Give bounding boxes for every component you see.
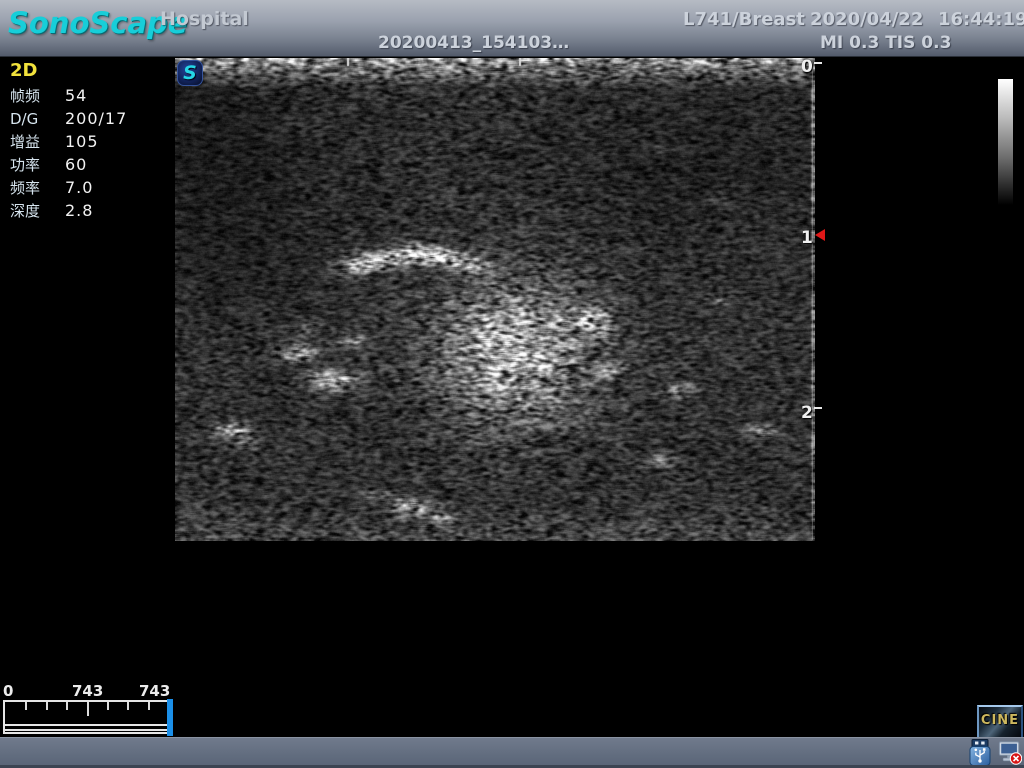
system-time: 16:44:19 xyxy=(938,9,1024,30)
parameter-row: 深度2.8 xyxy=(10,199,170,222)
parameter-value: 105 xyxy=(65,132,99,151)
scale-cursor[interactable] xyxy=(167,699,173,736)
parameter-row: 增益105 xyxy=(10,130,170,153)
parameter-row: 频率7.0 xyxy=(10,176,170,199)
ruler-tick xyxy=(148,702,150,710)
parameter-rows: 帧频54D/G200/17增益105功率60频率7.0深度2.8 xyxy=(10,84,170,222)
system-tray xyxy=(968,739,1022,767)
parameter-label: 频率 xyxy=(10,177,65,198)
cine-button[interactable]: CINE xyxy=(977,705,1023,739)
scale-label-start: 0 xyxy=(3,682,13,700)
sonoscape-badge-icon: S xyxy=(177,60,203,86)
grayscale-map-bar xyxy=(998,79,1013,205)
parameter-row: 帧频54 xyxy=(10,84,170,107)
ultrasound-screen: SonoScape Hospital 20200413_154103… L741… xyxy=(0,0,1024,768)
bottom-status-bar xyxy=(0,737,1024,768)
depth-ruler-tick xyxy=(814,62,822,64)
ruler-tick xyxy=(107,702,109,710)
ruler-tick xyxy=(87,702,89,716)
parameter-value: 200/17 xyxy=(65,109,127,128)
depth-ruler-label: 1 xyxy=(801,228,813,248)
parameter-label: 深度 xyxy=(10,200,65,221)
depth-ruler-label: 0 xyxy=(801,57,813,77)
parameter-label: 功率 xyxy=(10,154,65,175)
depth-ruler-tick xyxy=(814,407,822,409)
focus-marker-icon[interactable] xyxy=(815,229,825,241)
parameter-panel: 2D 帧频54D/G200/17增益105功率60频率7.0深度2.8 xyxy=(10,60,170,222)
usb-icon[interactable] xyxy=(968,739,992,766)
top-status-bar: SonoScape Hospital 20200413_154103… L741… xyxy=(0,0,1024,57)
scale-label-mid: 743 xyxy=(72,682,103,700)
hospital-name: Hospital xyxy=(160,8,249,30)
computer-disconnected-icon[interactable] xyxy=(998,739,1022,766)
ruler-track-line xyxy=(5,729,168,731)
mode-label: 2D xyxy=(10,60,170,84)
dataset-name: 20200413_154103… xyxy=(378,33,569,53)
ultrasound-image xyxy=(175,58,815,541)
system-date: 2020/04/22 xyxy=(810,9,923,30)
ruler-tick xyxy=(25,702,27,710)
scale-label-end: 743 xyxy=(139,682,170,700)
parameter-row: D/G200/17 xyxy=(10,107,170,130)
ruler-tick xyxy=(46,702,48,710)
depth-ruler-label: 2 xyxy=(801,403,813,423)
mi-tis-readout: MI 0.3 TIS 0.3 xyxy=(820,33,951,53)
ruler-track-line xyxy=(5,724,168,726)
parameter-row: 功率60 xyxy=(10,153,170,176)
parameter-value: 54 xyxy=(65,86,87,105)
image-right-edge-line xyxy=(812,62,813,540)
measure-ruler xyxy=(3,700,170,734)
parameter-value: 60 xyxy=(65,155,87,174)
parameter-label: 增益 xyxy=(10,131,65,152)
probe-preset: L741/Breast xyxy=(683,9,805,30)
parameter-value: 7.0 xyxy=(65,178,93,197)
parameter-label: 帧频 xyxy=(10,85,65,106)
measure-scale-labels: 0 743 743 xyxy=(0,682,175,699)
parameter-label: D/G xyxy=(10,110,65,128)
ruler-tick xyxy=(127,702,129,710)
parameter-value: 2.8 xyxy=(65,201,93,220)
ruler-tick xyxy=(66,702,68,710)
red-x-badge xyxy=(1010,753,1021,764)
